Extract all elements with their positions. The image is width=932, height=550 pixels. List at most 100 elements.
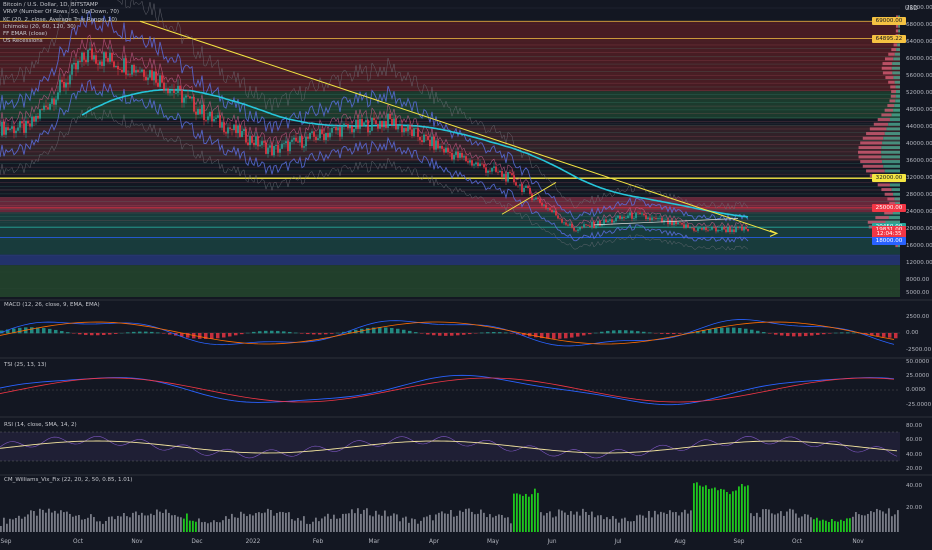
vix-fix-bar [609, 519, 611, 532]
vix-fix-bar [204, 521, 206, 532]
vix-fix-bar [327, 513, 329, 532]
vix-fix-bar [651, 517, 653, 532]
vix-fix-bar [597, 515, 599, 532]
candle-body [377, 124, 379, 129]
profile-bar [888, 52, 895, 56]
vix-fix-bar [816, 517, 818, 532]
macd-label[interactable]: MACD (12, 26, close, 9, EMA, EMA) [4, 302, 100, 308]
macd-histogram-bar [48, 328, 52, 334]
candle-body [399, 125, 401, 126]
vix-fix-bar [834, 521, 836, 532]
chart-canvas[interactable] [0, 0, 932, 550]
vix-fix-bar [720, 488, 722, 532]
vix-fix-bar [255, 513, 257, 532]
indicator-ichimoku[interactable]: Ichimoku (20, 60, 120, 30) [3, 24, 119, 31]
candle-body [183, 97, 185, 103]
indicator-ff-emar[interactable]: FF EMAR (close) [3, 31, 119, 38]
candle-body [581, 226, 583, 228]
macd-histogram-bar [462, 333, 466, 335]
vix-fix-bar [891, 516, 893, 532]
vix-fix-bar [81, 519, 83, 532]
candle-body [483, 164, 485, 168]
candle-body [285, 141, 287, 144]
candle-body [445, 147, 447, 153]
vix-fix-bar [870, 511, 872, 532]
vix-fix-bar [861, 515, 863, 532]
candle-body [353, 128, 355, 133]
macd-histogram-bar [198, 333, 202, 339]
time-tick: Apr [428, 539, 440, 545]
candle-body [711, 226, 713, 230]
vix-fix-bar [411, 518, 413, 532]
vix-fix-bar [744, 486, 746, 532]
indicator-vrvp[interactable]: VRVP (Number Of Rows, 50, Up/Down, 70) [3, 9, 119, 16]
vix-fix-bar [723, 489, 725, 532]
candle-body [123, 58, 125, 73]
vix-fix-bar [441, 511, 443, 532]
candle-body [139, 71, 141, 73]
candle-body [209, 111, 211, 117]
vix-fix-bar [840, 519, 842, 532]
macd-histogram-bar [822, 333, 826, 335]
vix-fix-bar [444, 513, 446, 532]
cm-williams-label[interactable]: CM_Williams_Vix_Fix (22, 20, 2, 50, 0.85… [4, 477, 132, 483]
macd-histogram-bar [456, 333, 460, 336]
candle-body [351, 125, 353, 133]
vix-fix-bar [678, 515, 680, 532]
candle-body [27, 120, 29, 124]
vix-fix-bar [783, 515, 785, 532]
macd-histogram-bar [30, 327, 34, 334]
vix-fix-bar [213, 520, 215, 532]
vix-fix-bar [660, 511, 662, 532]
value-zone [0, 91, 900, 119]
candle-body [493, 166, 495, 168]
vix-fix-bar [786, 511, 788, 532]
candle-body [69, 74, 71, 85]
rsi-tick: 40.00 [906, 452, 923, 458]
candle-body [281, 143, 283, 149]
macd-histogram-bar [840, 332, 844, 334]
candle-body [467, 161, 469, 163]
candle-body [441, 145, 443, 149]
indicator-kc[interactable]: KC (20, 2, close, Average True Range, 10… [3, 17, 119, 24]
macd-histogram-bar [480, 332, 484, 334]
candle-body [691, 227, 693, 229]
candle-body [23, 123, 25, 133]
macd-histogram-bar [660, 333, 664, 334]
candle-body [357, 119, 359, 129]
vix-fix-bar [552, 517, 554, 532]
vix-fix-bar [126, 516, 128, 532]
vix-fix-bar [474, 514, 476, 532]
profile-bar [891, 113, 900, 117]
vix-fix-bar [267, 508, 269, 532]
macd-histogram-bar [108, 333, 112, 335]
macd-tick: -2500.00 [906, 347, 932, 353]
vix-fix-bar [624, 517, 626, 532]
candle-body [245, 129, 247, 143]
indicator-us-recessions[interactable]: US Recessions [3, 38, 119, 45]
candle-body [273, 145, 275, 156]
macd-histogram-bar [318, 333, 322, 335]
candle-body [591, 221, 593, 228]
profile-bar [881, 188, 892, 192]
macd-histogram-bar [552, 333, 556, 339]
price-tick: 48000.00 [906, 107, 932, 114]
symbol-title[interactable]: Bitcoin / U.S. Dollar, 1D, BITSTAMP [3, 2, 119, 9]
candle-body [221, 122, 223, 128]
vix-fix-bar [435, 514, 437, 532]
vix-fix-bar [462, 511, 464, 532]
candle-body [317, 138, 319, 140]
rsi-label[interactable]: RSI (14, close, SMA, 14, 2) [4, 422, 77, 428]
candle-body [595, 225, 597, 229]
macd-histogram-bar [588, 333, 592, 335]
macd-histogram-bar [600, 331, 604, 334]
candle-body [563, 222, 565, 224]
candle-body [371, 117, 373, 131]
candle-body [489, 170, 491, 172]
candle-body [449, 152, 451, 153]
vix-fix-bar [405, 516, 407, 532]
vix-fix-bar [153, 515, 155, 532]
candle-body [625, 218, 627, 219]
tsi-label[interactable]: TSI (25, 13, 13) [4, 362, 47, 368]
candle-body [553, 210, 555, 213]
